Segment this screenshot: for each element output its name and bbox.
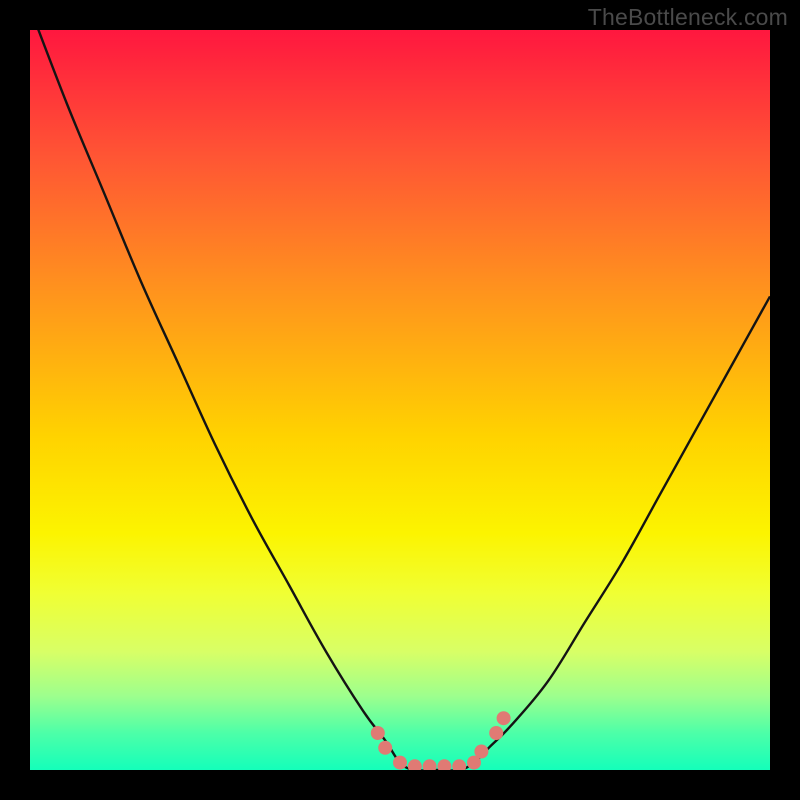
watermark-text: TheBottleneck.com xyxy=(588,4,788,31)
bottleneck-curve xyxy=(30,30,770,770)
curve-layer xyxy=(30,30,770,770)
highlight-dot xyxy=(408,759,422,770)
highlight-dot xyxy=(452,759,466,770)
highlight-dot xyxy=(497,711,511,725)
chart-frame: TheBottleneck.com xyxy=(0,0,800,800)
highlight-dot xyxy=(423,759,437,770)
highlight-dots-group xyxy=(371,711,511,770)
highlight-dot xyxy=(474,745,488,759)
gradient-plot-area xyxy=(30,30,770,770)
highlight-dot xyxy=(437,759,451,770)
highlight-dot xyxy=(393,756,407,770)
highlight-dot xyxy=(489,726,503,740)
highlight-dot xyxy=(371,726,385,740)
highlight-dot xyxy=(378,741,392,755)
